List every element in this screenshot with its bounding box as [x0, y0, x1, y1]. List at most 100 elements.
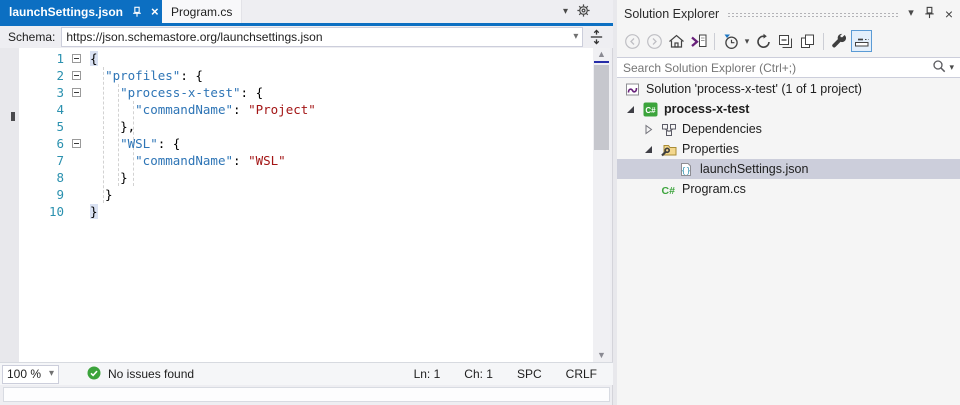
code-line[interactable]: 3 "process-x-test": {	[19, 84, 593, 101]
vertical-scrollbar[interactable]: ▲ ▼	[593, 48, 610, 362]
code-line[interactable]: 7 "commandName": "WSL"	[19, 152, 593, 169]
scrollbar-thumb[interactable]	[594, 65, 609, 150]
line-number: 8	[56, 170, 64, 185]
refresh-button[interactable]	[753, 30, 774, 52]
schema-label: Schema:	[8, 30, 56, 44]
code-line[interactable]: 2 "profiles": {	[19, 67, 593, 84]
tree-item-label: Solution 'process-x-test' (1 of 1 projec…	[646, 82, 862, 96]
window-position-chevron-icon[interactable]: ▾	[908, 8, 914, 19]
collapse-all-button[interactable]	[775, 30, 796, 52]
document-health[interactable]: No issues found	[87, 366, 194, 383]
schema-combobox[interactable]: https://json.schemastore.org/launchsetti…	[61, 27, 584, 47]
fold-collapse-box[interactable]	[72, 88, 90, 97]
code-editor[interactable]: 1{2 "profiles": {3 "process-x-test": {4 …	[0, 48, 593, 362]
pin-icon[interactable]	[131, 6, 143, 18]
toolbar-separator	[823, 32, 824, 50]
editor-status-strip: 100 % ▾ No issues found Ln: 1 Ch: 1 SPC …	[0, 362, 613, 385]
solution-explorer-titlebar[interactable]: Solution Explorer ▾ ×	[617, 0, 960, 27]
tab-label: Program.cs	[171, 4, 233, 19]
tab-programcs[interactable]: Program.cs	[162, 0, 243, 23]
properties-icon	[661, 142, 678, 157]
tab-list-chevron-down-icon[interactable]: ▾	[563, 7, 568, 17]
pin-icon[interactable]	[923, 6, 936, 22]
vs-window: launchSettings.json × Program.cs ▾ Schem…	[0, 0, 960, 405]
tree-item[interactable]: Dependencies	[617, 119, 960, 139]
close-icon[interactable]: ×	[945, 7, 953, 21]
scroll-up-arrow-icon[interactable]: ▲	[593, 48, 610, 61]
code-text: "commandName": "Project"	[135, 102, 316, 117]
chevron-down-icon[interactable]: ▾	[573, 32, 578, 42]
expander-expanded-icon[interactable]	[643, 144, 661, 155]
fold-collapse-box[interactable]	[72, 54, 90, 63]
back-button[interactable]	[622, 30, 643, 52]
line-number: 4	[56, 102, 64, 117]
filter-chevron-down-icon[interactable]: ▾	[742, 30, 752, 52]
tree-item[interactable]: Solution 'process-x-test' (1 of 1 projec…	[617, 79, 960, 99]
pending-changes-filter-button[interactable]	[720, 30, 741, 52]
solution-icon	[625, 82, 642, 97]
code-line[interactable]: 5 },	[19, 118, 593, 135]
health-message: No issues found	[108, 367, 195, 381]
svg-text:{}: {}	[681, 166, 691, 175]
split-editor-button[interactable]	[585, 27, 607, 47]
properties-button[interactable]	[829, 30, 850, 52]
tree-item-label: launchSettings.json	[700, 162, 809, 176]
code-line[interactable]: 9 }	[19, 186, 593, 203]
tree-item[interactable]: Properties	[617, 139, 960, 159]
tree-item[interactable]: C# process-x-test	[617, 99, 960, 119]
zoom-dropdown[interactable]: 100 % ▾	[2, 364, 59, 384]
code-text: "commandName": "WSL"	[135, 153, 286, 168]
code-text: }	[90, 170, 128, 185]
csfile-icon: C#	[661, 183, 678, 196]
code-text: {	[90, 51, 98, 66]
check-circle-icon	[87, 366, 101, 383]
sync-with-active-document-button[interactable]	[688, 30, 709, 52]
code-line[interactable]: 6 "WSL": {	[19, 135, 593, 152]
solution-explorer-panel: Solution Explorer ▾ × ▾ Search Solution …	[617, 0, 960, 405]
line-number: 9	[56, 187, 64, 202]
dependencies-icon	[661, 122, 678, 137]
tree-item-label: Properties	[682, 142, 739, 156]
horizontal-scrollbar[interactable]	[3, 387, 610, 402]
close-icon[interactable]: ×	[151, 5, 159, 18]
code-line[interactable]: 8 }	[19, 169, 593, 186]
search-box[interactable]: Search Solution Explorer (Ctrl+;) ▾	[617, 57, 960, 78]
search-icon[interactable]	[932, 59, 946, 76]
expander-collapsed-icon[interactable]	[643, 124, 661, 135]
home-button[interactable]	[666, 30, 687, 52]
panel-title: Solution Explorer	[624, 6, 720, 21]
code-lines: 1{2 "profiles": {3 "process-x-test": {4 …	[19, 50, 593, 220]
preview-selected-items-button[interactable]	[851, 30, 872, 52]
code-line[interactable]: 4 "commandName": "Project"	[19, 101, 593, 118]
expander-expanded-icon[interactable]	[625, 104, 643, 115]
code-text: }	[90, 187, 113, 202]
eol-indicator: CRLF	[565, 367, 597, 381]
code-text: "WSL": {	[120, 136, 181, 151]
fold-collapse-box[interactable]	[72, 139, 90, 148]
code-text: }	[90, 204, 98, 219]
schema-bar: Schema: https://json.schemastore.org/lau…	[0, 26, 613, 48]
drag-grip[interactable]	[727, 12, 901, 18]
scroll-down-arrow-icon[interactable]: ▼	[593, 349, 610, 362]
column-indicator: Ch: 1	[464, 367, 493, 381]
tab-strip: launchSettings.json × Program.cs ▾	[0, 0, 613, 23]
forward-button[interactable]	[644, 30, 665, 52]
toolbar-separator	[714, 32, 715, 50]
csproj-icon: C#	[643, 102, 660, 117]
fold-collapse-box[interactable]	[72, 71, 90, 80]
tree-item[interactable]: {} launchSettings.json	[617, 159, 960, 179]
show-all-files-button[interactable]	[797, 30, 818, 52]
line-number: 5	[56, 119, 64, 134]
tab-launchsettings[interactable]: launchSettings.json ×	[0, 0, 168, 23]
code-line[interactable]: 10}	[19, 203, 593, 220]
chevron-down-icon: ▾	[48, 368, 54, 379]
tree-item-label: Program.cs	[682, 182, 746, 196]
tree-item[interactable]: C# Program.cs	[617, 179, 960, 199]
svg-text:C#: C#	[662, 185, 676, 196]
gear-icon[interactable]	[576, 3, 591, 21]
line-number: 2	[56, 68, 64, 83]
code-line[interactable]: 1{	[19, 50, 593, 67]
indicator-margin[interactable]	[0, 48, 19, 362]
search-options-chevron-icon[interactable]: ▾	[949, 63, 954, 72]
code-text: "process-x-test": {	[120, 85, 264, 100]
